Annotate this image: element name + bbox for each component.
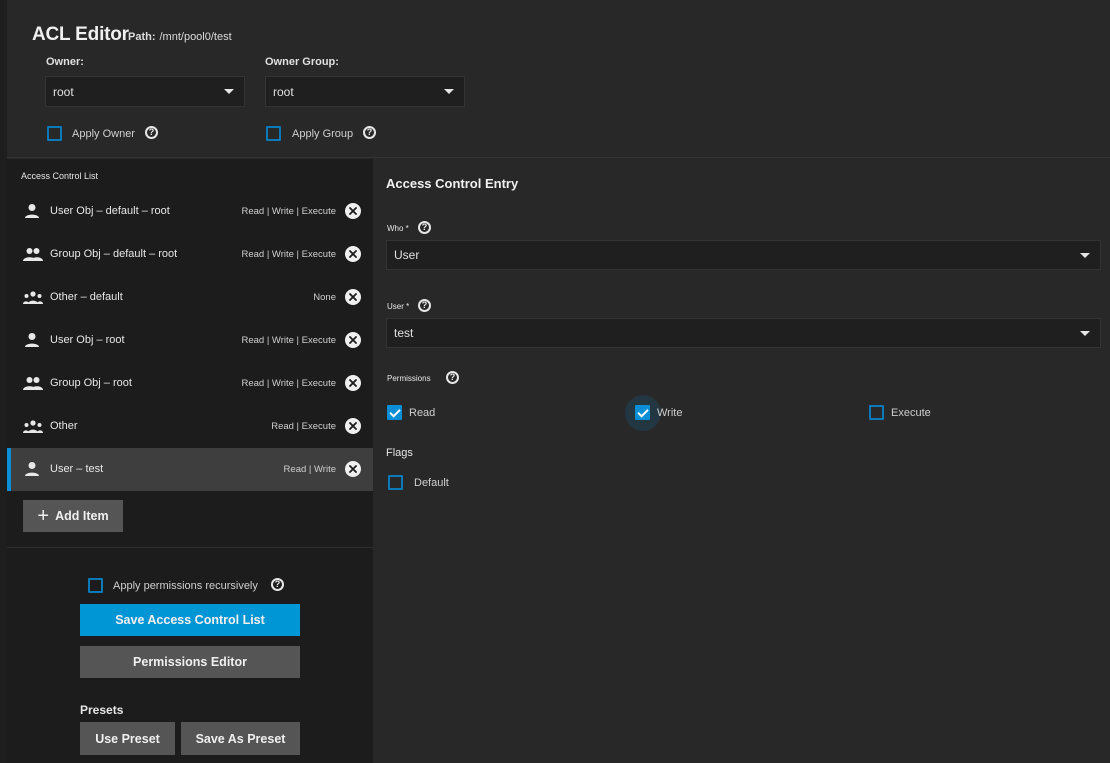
group-icon bbox=[23, 246, 43, 262]
save-as-preset-button[interactable]: Save As Preset bbox=[181, 722, 300, 755]
acl-list-title: Access Control List bbox=[21, 171, 99, 181]
divider bbox=[7, 547, 373, 548]
left-edge-strip bbox=[0, 0, 7, 763]
who-label: Who * bbox=[387, 224, 409, 233]
flags-label: Flags bbox=[386, 447, 413, 459]
everyone-icon bbox=[23, 289, 43, 305]
close-icon bbox=[349, 336, 357, 344]
help-icon[interactable]: ? bbox=[271, 578, 284, 591]
acl-item-name: Group Obj – root bbox=[50, 377, 132, 389]
acl-item-permissions: Read | Write | Execute bbox=[241, 378, 336, 389]
acl-item-name: Group Obj – default – root bbox=[50, 248, 178, 260]
close-icon bbox=[349, 422, 357, 430]
owner-group-select-value: root bbox=[273, 84, 294, 99]
remove-item-button[interactable] bbox=[345, 375, 361, 391]
permission-label: Write bbox=[657, 407, 683, 419]
remove-item-button[interactable] bbox=[345, 332, 361, 348]
help-icon[interactable]: ? bbox=[446, 371, 459, 384]
permissions-editor-button[interactable]: Permissions Editor bbox=[80, 646, 300, 678]
path-label: Path: bbox=[128, 31, 156, 43]
remove-item-button[interactable] bbox=[345, 203, 361, 219]
flag-checkbox-default[interactable] bbox=[388, 475, 403, 490]
access-control-entry-panel: Access Control Entry Who * ? User User *… bbox=[373, 159, 1110, 763]
permission-checkbox-read[interactable] bbox=[387, 405, 402, 420]
close-icon bbox=[349, 250, 357, 258]
apply-group-checkbox[interactable] bbox=[266, 126, 281, 141]
permissions-label: Permissions bbox=[387, 374, 431, 383]
help-icon[interactable]: ? bbox=[145, 126, 158, 139]
add-item-button[interactable]: + Add Item bbox=[23, 500, 123, 532]
permission-label: Execute bbox=[891, 407, 931, 419]
add-item-label: Add Item bbox=[55, 509, 109, 523]
user-icon bbox=[23, 203, 41, 219]
presets-label: Presets bbox=[80, 703, 124, 717]
remove-item-button[interactable] bbox=[345, 461, 361, 477]
apply-recursive-label: Apply permissions recursively bbox=[113, 580, 258, 592]
help-icon[interactable]: ? bbox=[418, 221, 431, 234]
permission-checkbox-write[interactable] bbox=[635, 405, 650, 420]
acl-item-name: User – test bbox=[50, 463, 104, 475]
close-icon bbox=[349, 207, 357, 215]
page-title: ACL Editor bbox=[32, 24, 129, 45]
acl-item-permissions: Read | Execute bbox=[271, 421, 336, 432]
user-label: User * bbox=[387, 302, 410, 311]
close-icon bbox=[349, 293, 357, 301]
who-select[interactable]: User bbox=[386, 240, 1101, 270]
acl-list-item[interactable]: Other – default None bbox=[7, 276, 373, 319]
user-select[interactable]: test bbox=[386, 318, 1101, 348]
apply-owner-checkbox[interactable] bbox=[47, 126, 62, 141]
owner-select[interactable]: root bbox=[45, 76, 245, 107]
acl-list-item[interactable]: User Obj – root Read | Write | Execute bbox=[7, 319, 373, 362]
help-icon[interactable]: ? bbox=[418, 299, 431, 312]
acl-list-item[interactable]: User – test Read | Write bbox=[7, 448, 373, 491]
apply-owner-label: Apply Owner bbox=[72, 128, 135, 140]
apply-recursive-checkbox[interactable] bbox=[88, 578, 103, 593]
chevron-down-icon bbox=[1080, 253, 1090, 258]
acl-item-name: Other bbox=[50, 420, 78, 432]
help-icon[interactable]: ? bbox=[363, 126, 376, 139]
acl-item-permissions: Read | Write bbox=[283, 464, 336, 475]
acl-item-permissions: None bbox=[313, 292, 336, 303]
user-icon bbox=[23, 461, 41, 477]
close-icon bbox=[349, 379, 357, 387]
path-value: /mnt/pool0/test bbox=[159, 31, 232, 43]
everyone-icon bbox=[23, 418, 43, 434]
close-icon bbox=[349, 465, 357, 473]
acl-item-name: User Obj – default – root bbox=[50, 205, 170, 217]
user-select-value: test bbox=[394, 326, 414, 340]
owner-group-label: Owner Group: bbox=[265, 56, 339, 68]
acl-list-item[interactable]: User Obj – default – root Read | Write | … bbox=[7, 190, 373, 233]
user-icon bbox=[23, 332, 41, 348]
acl-item-name: User Obj – root bbox=[50, 334, 125, 346]
acl-editor-header: ACL Editor Path:/mnt/pool0/test Owner: r… bbox=[7, 0, 1110, 158]
acl-item-permissions: Read | Write | Execute bbox=[241, 249, 336, 260]
use-preset-button[interactable]: Use Preset bbox=[80, 722, 175, 755]
apply-group-label: Apply Group bbox=[292, 128, 354, 140]
chevron-down-icon bbox=[1080, 331, 1090, 336]
acl-item-name: Other – default bbox=[50, 291, 123, 303]
acl-list-item[interactable]: Group Obj – default – root Read | Write |… bbox=[7, 233, 373, 276]
acl-list-item[interactable]: Group Obj – root Read | Write | Execute bbox=[7, 362, 373, 405]
remove-item-button[interactable] bbox=[345, 289, 361, 305]
flag-label: Default bbox=[414, 477, 449, 489]
save-acl-button[interactable]: Save Access Control List bbox=[80, 604, 300, 636]
owner-group-select[interactable]: root bbox=[265, 76, 465, 107]
plus-icon: + bbox=[37, 505, 50, 527]
owner-label: Owner: bbox=[46, 56, 84, 68]
remove-item-button[interactable] bbox=[345, 418, 361, 434]
ace-title: Access Control Entry bbox=[386, 176, 519, 191]
remove-item-button[interactable] bbox=[345, 246, 361, 262]
group-icon bbox=[23, 375, 43, 391]
acl-item-permissions: Read | Write | Execute bbox=[241, 335, 336, 346]
permission-label: Read bbox=[409, 407, 436, 419]
chevron-down-icon bbox=[444, 89, 454, 94]
acl-item-permissions: Read | Write | Execute bbox=[241, 206, 336, 217]
owner-select-value: root bbox=[53, 84, 74, 99]
who-select-value: User bbox=[394, 248, 420, 262]
acl-list-item[interactable]: Other Read | Execute bbox=[7, 405, 373, 448]
permission-checkbox-execute[interactable] bbox=[869, 405, 884, 420]
access-control-list-panel: Access Control List User Obj – default –… bbox=[7, 159, 373, 763]
path-display: Path:/mnt/pool0/test bbox=[128, 31, 232, 43]
chevron-down-icon bbox=[224, 89, 234, 94]
